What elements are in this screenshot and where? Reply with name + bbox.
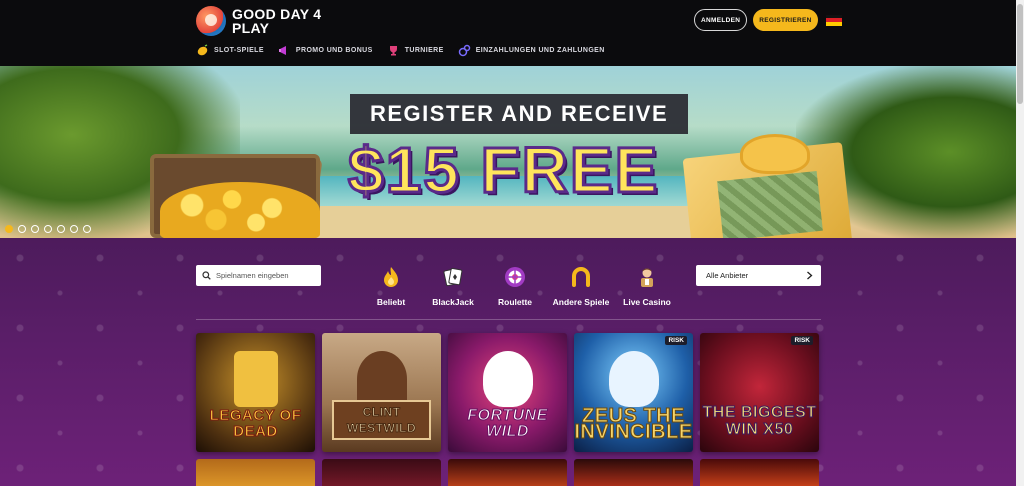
game-artwork [357, 351, 407, 407]
roulette-icon [504, 266, 526, 288]
provider-dropdown[interactable]: Alle Anbieter [696, 265, 821, 286]
game-card[interactable] [196, 459, 315, 486]
game-title: THE BIGGEST WIN X50 [702, 404, 817, 439]
logo-mascot-icon [196, 6, 226, 36]
category-label: Live Casino [623, 297, 671, 307]
carousel-dot[interactable] [57, 225, 65, 233]
carousel-dot[interactable] [70, 225, 78, 233]
cash-stack [717, 170, 823, 238]
nav-label: TURNIERE [404, 47, 444, 54]
game-title: CLINT WESTWILD [332, 400, 431, 440]
header-actions: ANMELDEN REGISTRIEREN [694, 9, 842, 31]
games-section: Beliebt BlackJack Roulette Andere Spiele [0, 238, 1016, 486]
coins-icon [458, 44, 471, 57]
game-card[interactable] [700, 459, 819, 486]
game-card[interactable]: RISK ZEUS THE INVINCIBLE [574, 333, 693, 452]
game-title: LEGACY OF DEAD [209, 407, 302, 440]
game-card[interactable] [322, 459, 441, 486]
scrollbar-thumb[interactable] [1017, 4, 1023, 104]
category-tabs: Beliebt BlackJack Roulette Andere Spiele [360, 266, 678, 307]
category-live-casino[interactable]: Live Casino [616, 266, 678, 307]
game-card[interactable]: LEGACY OF DEAD [196, 333, 315, 452]
game-artwork [234, 351, 278, 407]
category-label: Andere Spiele [552, 297, 610, 307]
carousel-dot[interactable] [31, 225, 39, 233]
cards-icon [442, 266, 464, 288]
logo-text: GOOD DAY 4 PLAY [232, 6, 322, 36]
carousel-dot[interactable] [5, 225, 13, 233]
lemon-icon [196, 44, 209, 57]
nav-label: EINZAHLUNGEN UND ZAHLUNGEN [475, 47, 605, 54]
site-header: GOOD DAY 4 PLAY SLOT-SPIELE PROMO UND BO… [0, 0, 1016, 66]
dealer-icon [636, 266, 658, 288]
gift-bow [740, 134, 810, 174]
category-andere-spiele[interactable]: Andere Spiele [546, 266, 616, 307]
game-title: FORTUNE WILD [467, 407, 548, 440]
register-button[interactable]: REGISTRIEREN [753, 9, 818, 31]
category-label: Roulette [498, 297, 532, 307]
category-label: Beliebt [376, 297, 406, 307]
game-artwork [609, 351, 659, 407]
category-beliebt[interactable]: Beliebt [360, 266, 422, 307]
risk-badge: RISK [791, 336, 813, 345]
game-card[interactable]: RISK THE BIGGEST WIN X50 [700, 333, 819, 452]
game-card[interactable] [448, 459, 567, 486]
game-grid: LEGACY OF DEAD CLINT WESTWILD FORTUNE WI… [196, 333, 819, 452]
game-artwork [483, 351, 533, 407]
login-button[interactable]: ANMELDEN [694, 9, 748, 31]
nav-item-zahlungen[interactable]: EINZAHLUNGEN UND ZAHLUNGEN [458, 44, 605, 57]
nav-label: PROMO UND BONUS [295, 47, 373, 54]
game-card[interactable]: FORTUNE WILD [448, 333, 567, 452]
flame-icon [380, 266, 402, 288]
game-title: ZEUS THE INVINCIBLE [574, 405, 693, 443]
search-icon [202, 267, 211, 285]
category-roulette[interactable]: Roulette [484, 266, 546, 307]
game-card[interactable]: CLINT WESTWILD [322, 333, 441, 452]
provider-label: Alle Anbieter [706, 271, 749, 280]
banner-offer: $15 FREE [346, 134, 660, 206]
gold-coins [160, 182, 320, 238]
banner-headline: REGISTER AND RECEIVE [350, 94, 689, 134]
trophy-icon [387, 44, 400, 57]
horseshoe-icon [570, 266, 592, 288]
game-card[interactable] [574, 459, 693, 486]
carousel-dot[interactable] [44, 225, 52, 233]
category-label: BlackJack [432, 297, 474, 307]
game-grid-row-2 [196, 459, 819, 486]
category-blackjack[interactable]: BlackJack [422, 266, 484, 307]
main-nav: SLOT-SPIELE PROMO UND BONUS TURNIERE EIN… [196, 44, 605, 57]
nav-item-turniere[interactable]: TURNIERE [387, 44, 444, 57]
risk-badge: RISK [665, 336, 687, 345]
megaphone-icon [278, 44, 291, 57]
logo[interactable]: GOOD DAY 4 PLAY [196, 6, 328, 36]
carousel-dot[interactable] [18, 225, 26, 233]
nav-item-slot-spiele[interactable]: SLOT-SPIELE [196, 44, 264, 57]
game-search[interactable] [196, 265, 321, 286]
page: GOOD DAY 4 PLAY SLOT-SPIELE PROMO UND BO… [0, 0, 1024, 486]
search-input[interactable] [216, 271, 316, 280]
carousel-dot[interactable] [83, 225, 91, 233]
carousel-dots [5, 225, 91, 233]
divider [196, 319, 821, 320]
nav-label: SLOT-SPIELE [214, 47, 264, 54]
de-flag-icon[interactable] [825, 14, 842, 26]
nav-item-promo[interactable]: PROMO UND BONUS [278, 44, 373, 57]
chevron-right-icon [806, 267, 813, 285]
